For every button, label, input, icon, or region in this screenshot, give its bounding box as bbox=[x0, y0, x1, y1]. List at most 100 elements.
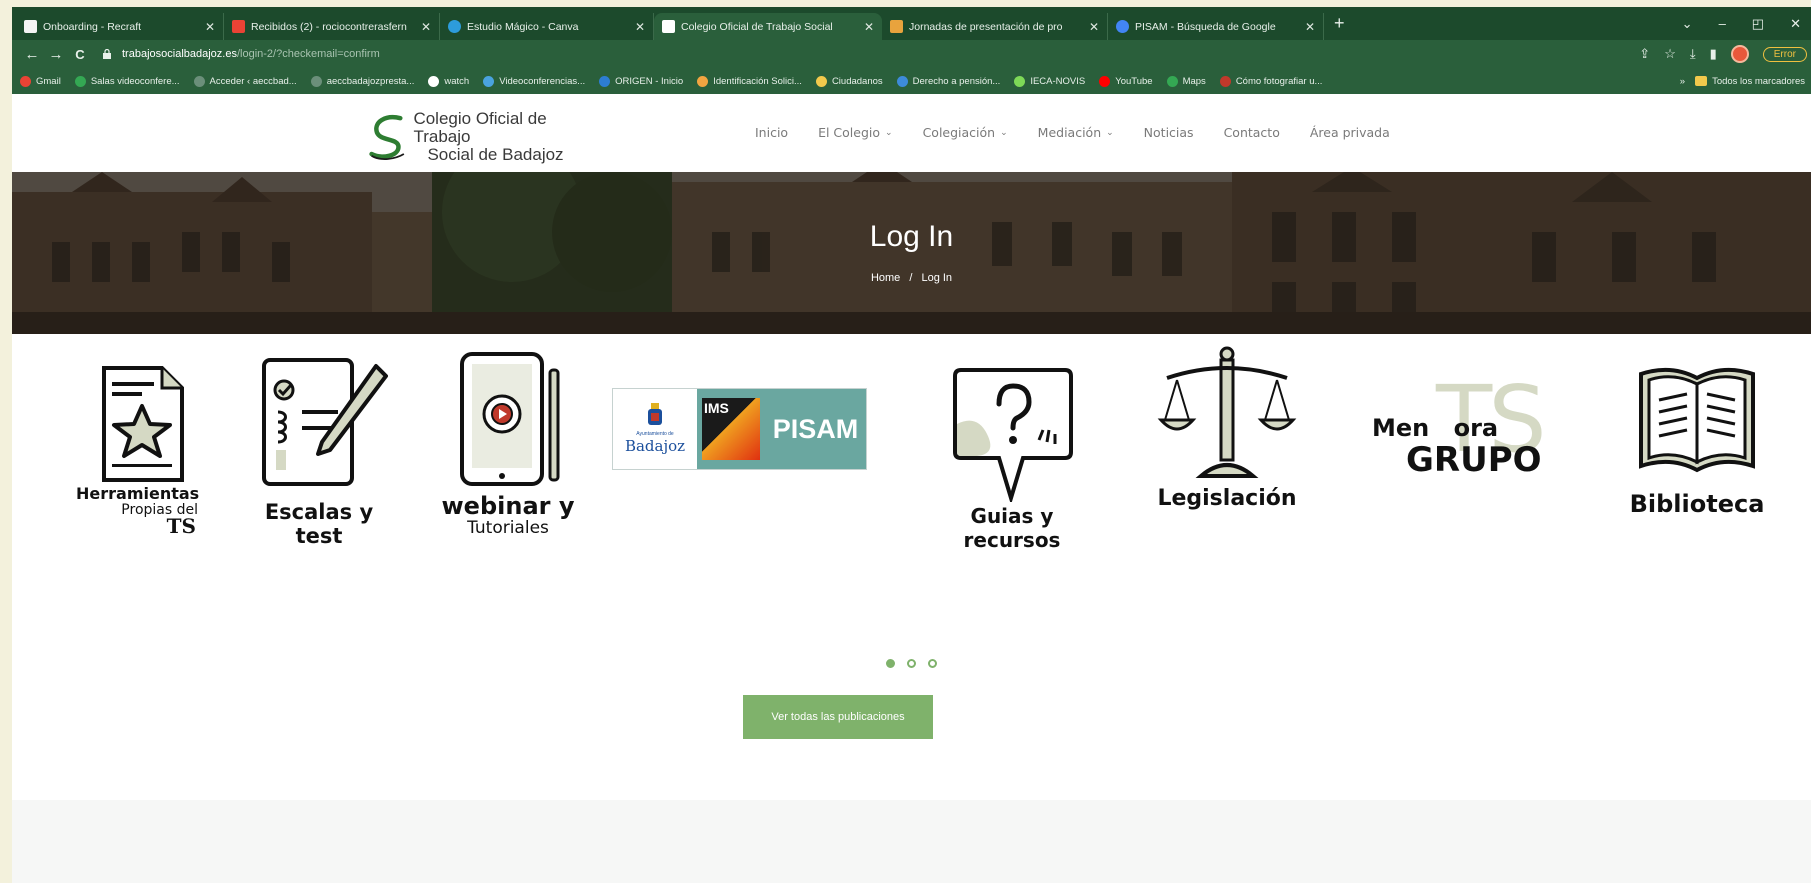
tab-title: Jornadas de presentación de pro bbox=[909, 20, 1063, 33]
close-tab-icon[interactable]: ✕ bbox=[1305, 20, 1315, 34]
close-window-icon[interactable]: ✕ bbox=[1790, 16, 1801, 32]
service-legislacion[interactable]: Legislación bbox=[1152, 344, 1302, 511]
pisam-label: PISAM bbox=[765, 389, 866, 469]
close-tab-icon[interactable]: ✕ bbox=[205, 20, 215, 34]
service-guias-y-recursos[interactable]: Guias y recursos bbox=[932, 364, 1092, 552]
url-path: /login-2/?checkemail=confirm bbox=[236, 48, 380, 60]
label-line-2: Tutoriales bbox=[467, 518, 549, 538]
side-panel-icon[interactable]: ▮ bbox=[1710, 46, 1717, 62]
service-biblioteca[interactable]: Biblioteca bbox=[1622, 360, 1772, 518]
minimize-icon[interactable]: – bbox=[1719, 16, 1726, 31]
bookmark-favicon-icon bbox=[896, 75, 908, 87]
browser-tab-canva[interactable]: Estudio Mágico - Canva ✕ bbox=[440, 13, 654, 40]
browser-tab-gmail[interactable]: Recibidos (2) - rociocontrerasfern ✕ bbox=[224, 13, 440, 40]
browser-tabbar: Onboarding - Recraft ✕ Recibidos (2) - r… bbox=[12, 7, 1811, 40]
reload-icon[interactable]: C bbox=[68, 47, 92, 62]
all-bookmarks-label: Todos los marcadores bbox=[1712, 75, 1805, 87]
bookmark-label: IECA-NOVIS bbox=[1030, 75, 1086, 87]
bookmark-item[interactable]: Identificación Solici... bbox=[697, 75, 802, 87]
more-bookmarks-icon[interactable]: » bbox=[1680, 76, 1685, 87]
view-all-publications-button[interactable]: Ver todas las publicaciones bbox=[743, 695, 933, 739]
all-bookmarks-folder[interactable]: Todos los marcadores bbox=[1695, 76, 1805, 87]
bookmark-favicon-icon bbox=[1099, 75, 1111, 87]
bookmark-item[interactable]: Cómo fotografiar u... bbox=[1219, 75, 1322, 87]
chevron-down-icon: ⌄ bbox=[1106, 127, 1114, 138]
close-tab-icon[interactable]: ✕ bbox=[421, 20, 431, 34]
profile-avatar[interactable] bbox=[1730, 45, 1749, 63]
bookmark-item[interactable]: Gmail bbox=[20, 75, 61, 87]
bookmark-item[interactable]: Videoconferencias... bbox=[483, 75, 585, 87]
main-menu: Inicio El Colegio ⌄ Colegiación ⌄ Mediación ⌄ N… bbox=[755, 125, 1390, 140]
menu-item[interactable]: Mediación ⌄ bbox=[1038, 125, 1114, 140]
address-bar[interactable]: trabajosocialbadajoz.es /login-2/?checke… bbox=[102, 48, 380, 60]
bookmark-item[interactable]: YouTube bbox=[1099, 75, 1153, 87]
breadcrumb-home-link[interactable]: Home bbox=[871, 272, 900, 284]
bookmark-item[interactable]: watch bbox=[428, 75, 469, 87]
site-info-icon[interactable] bbox=[102, 49, 112, 59]
service-herramientas[interactable]: Herramientas Propias del TS bbox=[72, 358, 202, 538]
service-pisam[interactable]: Ayuntamiento de Badajoz IMS PISAM bbox=[612, 388, 867, 470]
bookmark-label: Salas videoconfere... bbox=[90, 75, 180, 87]
tab-title: Recibidos (2) - rociocontrerasfern bbox=[251, 20, 407, 33]
site-logo[interactable]: Colegio Oficial de Trabajo Social de Bad… bbox=[368, 110, 588, 164]
bookmark-item[interactable]: Derecho a pensión... bbox=[896, 75, 1000, 87]
service-label: Legislación bbox=[1157, 486, 1297, 511]
ims-text: IMS bbox=[702, 398, 760, 460]
url-domain: trabajosocialbadajoz.es bbox=[122, 48, 237, 60]
menu-item[interactable]: Área privada bbox=[1310, 125, 1390, 140]
page-title: Log In bbox=[869, 220, 954, 253]
carousel-dot-2[interactable] bbox=[907, 659, 916, 668]
forward-icon[interactable]: → bbox=[44, 46, 68, 63]
service-escalas-y-test[interactable]: Escalas y test bbox=[244, 350, 394, 548]
download-icon[interactable]: ⤓ bbox=[1690, 46, 1696, 62]
menu-item[interactable]: Inicio bbox=[755, 125, 788, 140]
screenshot-frame: Onboarding - Recraft ✕ Recibidos (2) - r… bbox=[12, 7, 1811, 883]
close-tab-icon[interactable]: ✕ bbox=[864, 20, 874, 34]
error-badge[interactable]: Error bbox=[1762, 46, 1807, 62]
menu-item[interactable]: Noticias bbox=[1144, 125, 1194, 140]
label-line-3: TS bbox=[166, 514, 196, 538]
bookmark-item[interactable]: Ciudadanos bbox=[815, 75, 883, 87]
city-text: Badajoz bbox=[624, 437, 686, 455]
bookmark-item[interactable]: IECA-NOVIS bbox=[1014, 75, 1086, 87]
bookmark-item[interactable]: Salas videoconfere... bbox=[74, 75, 180, 87]
menu-item-label: El Colegio bbox=[818, 125, 881, 140]
bookmark-favicon-icon bbox=[1014, 75, 1026, 87]
browser-tab-recraft[interactable]: Onboarding - Recraft ✕ bbox=[16, 13, 224, 40]
coat-of-arms-icon bbox=[648, 403, 662, 425]
bookmark-item[interactable]: Maps bbox=[1166, 75, 1206, 87]
tab-search-icon[interactable]: ⌄ bbox=[1682, 16, 1693, 32]
breadcrumb-current: Log In bbox=[921, 272, 953, 284]
menu-item[interactable]: Colegiación ⌄ bbox=[923, 125, 1008, 140]
colegio-icon bbox=[662, 20, 675, 33]
breadcrumb: Home / Log In bbox=[12, 272, 1811, 284]
carousel-dot-1[interactable] bbox=[886, 659, 895, 668]
close-tab-icon[interactable]: ✕ bbox=[1089, 20, 1099, 34]
bookmark-item[interactable]: ORIGEN - Inicio bbox=[599, 75, 683, 87]
browser-tab-colegio[interactable]: Colegio Oficial de Trabajo Social ✕ bbox=[654, 13, 882, 40]
back-icon[interactable]: ← bbox=[20, 46, 44, 63]
bookmark-item[interactable]: Acceder ‹ aeccbad... bbox=[193, 75, 297, 87]
scales-of-justice-icon bbox=[1157, 346, 1297, 478]
bookmark-star-icon[interactable]: ☆ bbox=[1664, 46, 1676, 62]
menu-item[interactable]: El Colegio ⌄ bbox=[818, 125, 893, 140]
maximize-icon[interactable]: ◰ bbox=[1752, 16, 1764, 32]
service-label: Biblioteca bbox=[1629, 490, 1765, 518]
service-label: webinar y Tutoriales bbox=[442, 494, 575, 538]
open-book-icon bbox=[1639, 367, 1755, 473]
label-line-1: Herramientas bbox=[76, 484, 200, 503]
browser-tab-google[interactable]: PISAM - Búsqueda de Google ✕ bbox=[1108, 13, 1324, 40]
bookmark-label: Identificación Solici... bbox=[713, 75, 802, 87]
new-tab-button[interactable]: + bbox=[1334, 13, 1345, 34]
bookmark-favicon-icon bbox=[1166, 75, 1178, 87]
carousel-dot-3[interactable] bbox=[928, 659, 937, 668]
service-webinar[interactable]: webinar y Tutoriales bbox=[438, 348, 578, 538]
menu-item-label: Área privada bbox=[1309, 125, 1390, 140]
ims-logo: IMS bbox=[697, 389, 765, 469]
bookmark-item[interactable]: aeccbadajozpresta... bbox=[310, 75, 414, 87]
share-icon[interactable]: ⇪ bbox=[1639, 46, 1650, 62]
service-mentora-grupo[interactable]: TS Men ora GRUPO bbox=[1372, 366, 1552, 488]
close-tab-icon[interactable]: ✕ bbox=[635, 20, 645, 34]
browser-tab-jornadas[interactable]: Jornadas de presentación de pro ✕ bbox=[882, 13, 1108, 40]
menu-item[interactable]: Contacto bbox=[1224, 125, 1280, 140]
